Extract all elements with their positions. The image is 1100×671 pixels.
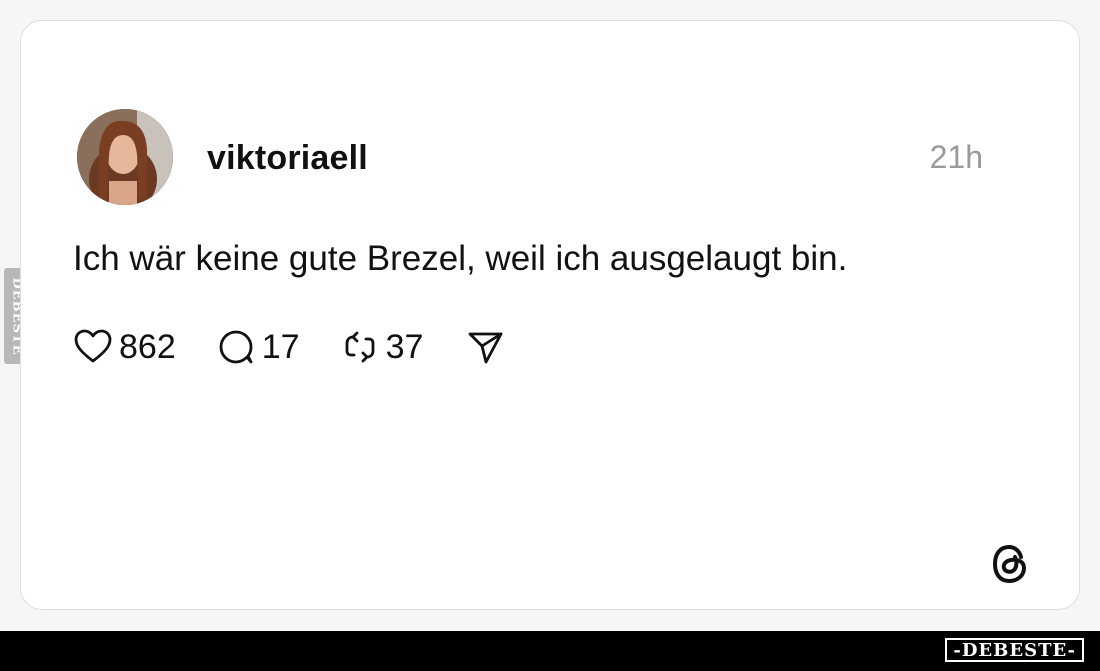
- repost-arrows-icon: [340, 327, 380, 367]
- footer-bar: -DEBESTE-: [0, 631, 1100, 671]
- speech-bubble-icon: [216, 327, 256, 367]
- action-bar: 862 17 37: [73, 323, 505, 371]
- post-card: viktoriaell 21h Ich wär keine gute Breze…: [20, 20, 1080, 610]
- reply-count: 17: [261, 327, 300, 366]
- footer-brand-logo: -DEBESTE-: [945, 638, 1084, 662]
- timestamp: 21h: [929, 139, 983, 175]
- threads-logo-icon: [987, 541, 1033, 587]
- reply-button[interactable]: 17: [216, 327, 300, 367]
- paper-plane-icon: [465, 327, 505, 367]
- heart-icon: [73, 327, 113, 367]
- repost-button[interactable]: 37: [340, 327, 424, 367]
- post-text: Ich wär keine gute Brezel, weil ich ausg…: [73, 239, 848, 278]
- share-button[interactable]: [465, 327, 505, 367]
- repost-count: 37: [385, 327, 424, 366]
- like-button[interactable]: 862: [73, 327, 176, 367]
- like-count: 862: [119, 327, 176, 366]
- avatar[interactable]: [77, 109, 173, 205]
- username[interactable]: viktoriaell: [207, 139, 368, 178]
